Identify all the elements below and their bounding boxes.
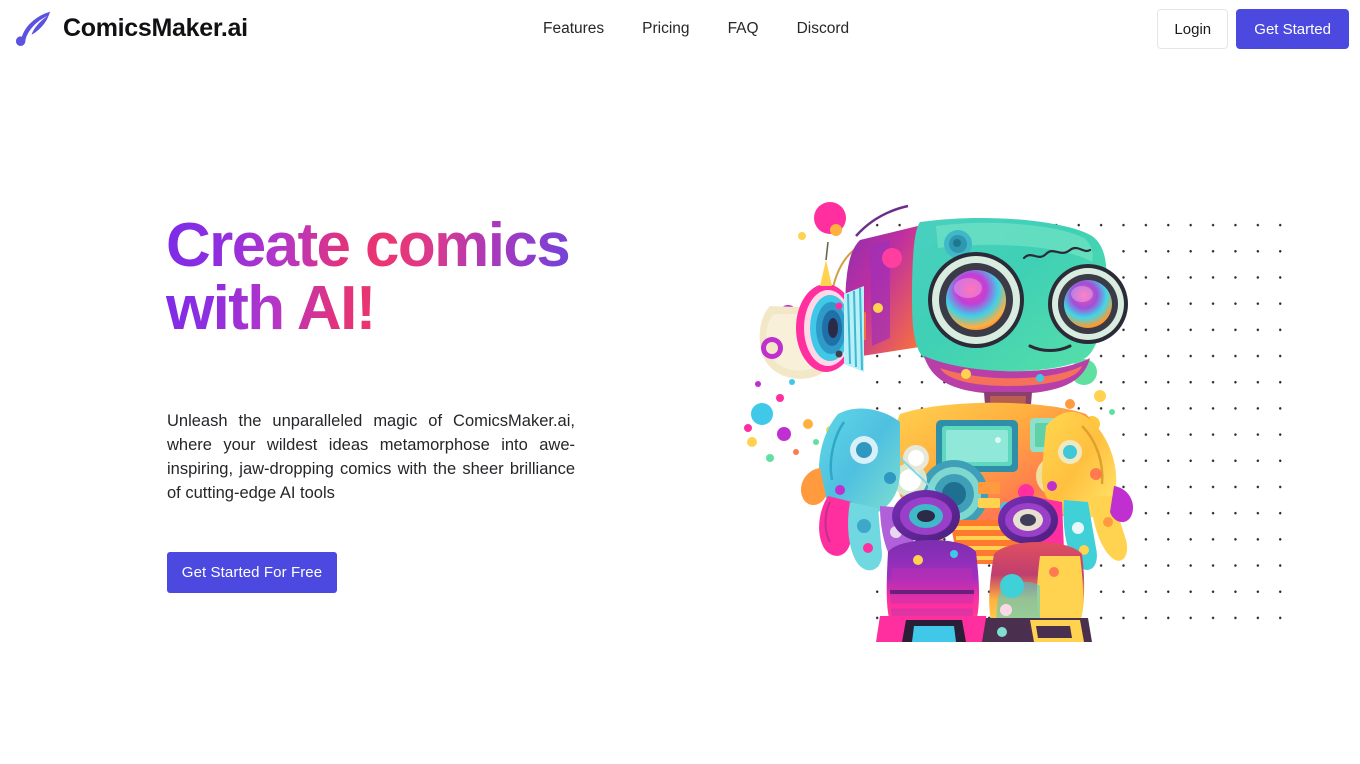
brand-name: ComicsMaker.ai: [63, 14, 248, 42]
nav-link-pricing[interactable]: Pricing: [642, 21, 689, 37]
robot-eye-right: [1048, 264, 1128, 344]
feather-quill-icon: [16, 11, 50, 46]
get-started-button[interactable]: Get Started: [1236, 9, 1349, 49]
landing-page: ComicsMaker.ai Features Pricing FAQ Disc…: [0, 0, 1360, 764]
colorful-robot-figure: [744, 202, 1134, 642]
main-navigation: Features Pricing FAQ Discord: [543, 0, 849, 57]
robot-headphone: [759, 241, 864, 379]
hero-paragraph: Unleash the unparalleled magic of Comics…: [167, 412, 575, 503]
robot-illustration: [740, 196, 1140, 644]
hero-content: Create comics with AI! Unleash the unpar…: [166, 214, 687, 594]
hero-illustration-area: [740, 196, 1300, 644]
site-header: ComicsMaker.ai Features Pricing FAQ Disc…: [0, 0, 1360, 57]
header-actions: Login Get Started: [1157, 9, 1349, 49]
nav-link-features[interactable]: Features: [543, 21, 604, 37]
robot-head: [759, 204, 1128, 394]
hero-headline: Create comics with AI!: [166, 214, 666, 341]
brand-logo-link[interactable]: ComicsMaker.ai: [14, 6, 248, 51]
robot-eye-left: [928, 252, 1024, 348]
get-started-for-free-button[interactable]: Get Started For Free: [167, 552, 337, 594]
login-button[interactable]: Login: [1157, 9, 1229, 49]
nav-link-faq[interactable]: FAQ: [728, 21, 759, 37]
nav-link-discord[interactable]: Discord: [797, 21, 850, 37]
